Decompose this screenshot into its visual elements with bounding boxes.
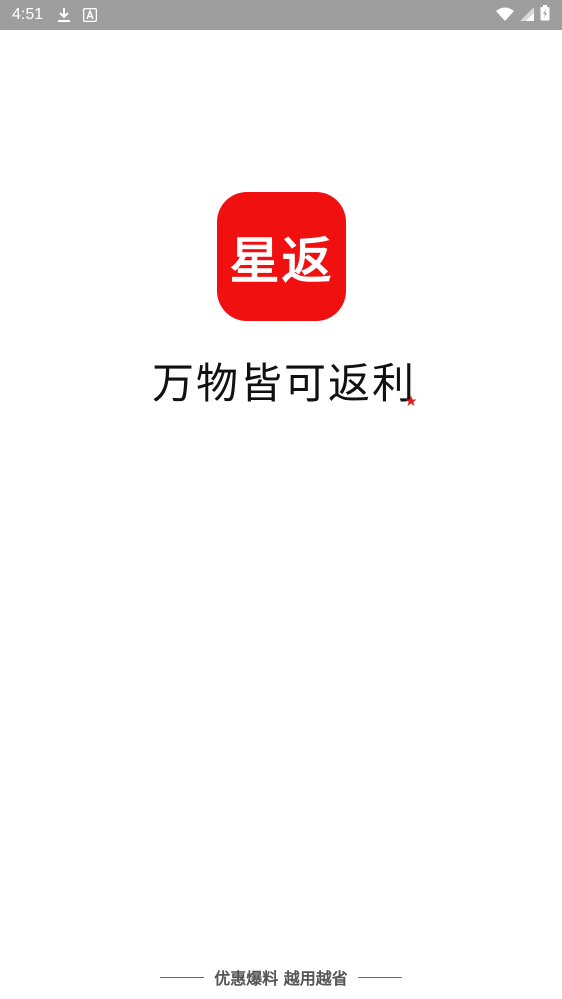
footer-text: 优惠爆料 越用越省 <box>214 969 348 988</box>
signal-icon <box>520 6 534 25</box>
slogan: 万物皆可返利 <box>139 354 429 408</box>
app-logo: 星返 <box>217 192 346 321</box>
splash-screen: 4:51 星返 万物皆可返利 优惠爆料 越用越省 <box>0 0 562 999</box>
status-bar: 4:51 <box>0 0 562 30</box>
status-time: 4:51 <box>12 6 44 23</box>
download-icon <box>57 7 71 23</box>
a-notification-icon <box>83 8 98 22</box>
slogan-text: 万物皆可返利 <box>151 358 416 408</box>
footer-right-divider <box>357 976 402 978</box>
wifi-icon <box>496 6 514 25</box>
status-right-icons <box>496 5 550 25</box>
battery-charging-icon <box>540 5 550 25</box>
star-icon <box>405 368 417 417</box>
footer-tagline: 优惠爆料 越用越省 <box>0 964 562 990</box>
app-logo-text: 星返 <box>229 231 334 290</box>
footer-left-divider <box>160 976 205 978</box>
